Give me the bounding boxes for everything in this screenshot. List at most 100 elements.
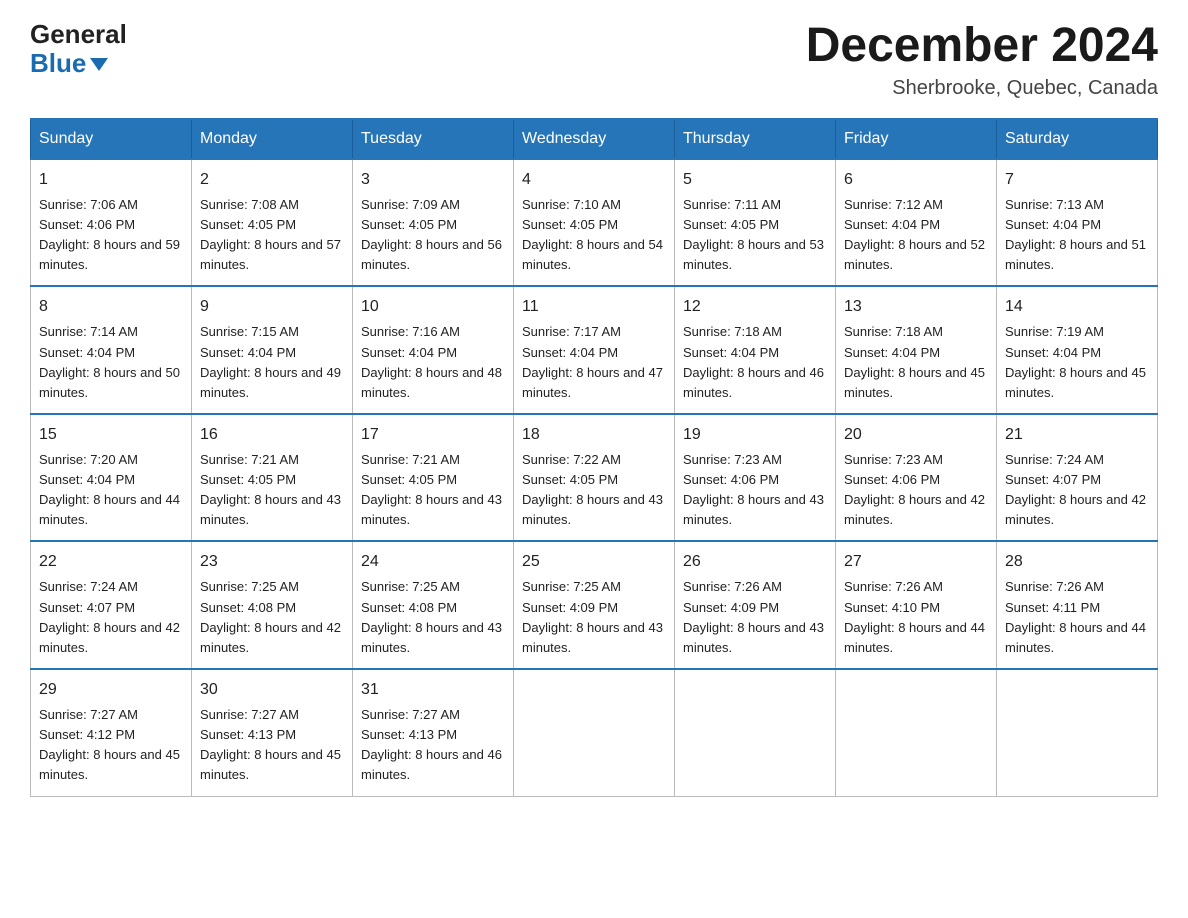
calendar-week-row: 15 Sunrise: 7:20 AMSunset: 4:04 PMDaylig… <box>31 414 1158 542</box>
calendar-cell <box>514 669 675 796</box>
logo-general-text: General <box>30 20 127 49</box>
day-number: 24 <box>361 550 505 574</box>
calendar-cell: 16 Sunrise: 7:21 AMSunset: 4:05 PMDaylig… <box>192 414 353 542</box>
day-info: Sunrise: 7:27 AMSunset: 4:13 PMDaylight:… <box>200 707 341 782</box>
day-number: 18 <box>522 423 666 447</box>
calendar-cell: 29 Sunrise: 7:27 AMSunset: 4:12 PMDaylig… <box>31 669 192 796</box>
day-number: 26 <box>683 550 827 574</box>
day-info: Sunrise: 7:18 AMSunset: 4:04 PMDaylight:… <box>844 324 985 399</box>
calendar-cell <box>675 669 836 796</box>
day-info: Sunrise: 7:26 AMSunset: 4:10 PMDaylight:… <box>844 579 985 654</box>
calendar-day-header-wednesday: Wednesday <box>514 119 675 159</box>
calendar-cell: 31 Sunrise: 7:27 AMSunset: 4:13 PMDaylig… <box>353 669 514 796</box>
location-subtitle: Sherbrooke, Quebec, Canada <box>806 77 1158 100</box>
day-info: Sunrise: 7:14 AMSunset: 4:04 PMDaylight:… <box>39 324 180 399</box>
day-info: Sunrise: 7:17 AMSunset: 4:04 PMDaylight:… <box>522 324 663 399</box>
day-info: Sunrise: 7:25 AMSunset: 4:08 PMDaylight:… <box>200 579 341 654</box>
calendar-day-header-thursday: Thursday <box>675 119 836 159</box>
page-header: General Blue December 2024 Sherbrooke, Q… <box>30 20 1158 100</box>
day-number: 25 <box>522 550 666 574</box>
day-number: 14 <box>1005 295 1149 319</box>
calendar-cell: 25 Sunrise: 7:25 AMSunset: 4:09 PMDaylig… <box>514 541 675 669</box>
day-number: 1 <box>39 168 183 192</box>
day-number: 13 <box>844 295 988 319</box>
day-number: 4 <box>522 168 666 192</box>
day-number: 23 <box>200 550 344 574</box>
day-number: 20 <box>844 423 988 447</box>
day-number: 27 <box>844 550 988 574</box>
day-number: 16 <box>200 423 344 447</box>
day-info: Sunrise: 7:10 AMSunset: 4:05 PMDaylight:… <box>522 197 663 272</box>
day-info: Sunrise: 7:20 AMSunset: 4:04 PMDaylight:… <box>39 452 180 527</box>
calendar-week-row: 8 Sunrise: 7:14 AMSunset: 4:04 PMDayligh… <box>31 286 1158 414</box>
day-info: Sunrise: 7:16 AMSunset: 4:04 PMDaylight:… <box>361 324 502 399</box>
day-info: Sunrise: 7:23 AMSunset: 4:06 PMDaylight:… <box>683 452 824 527</box>
calendar-cell: 24 Sunrise: 7:25 AMSunset: 4:08 PMDaylig… <box>353 541 514 669</box>
calendar-table: SundayMondayTuesdayWednesdayThursdayFrid… <box>30 118 1158 797</box>
day-number: 11 <box>522 295 666 319</box>
calendar-cell: 7 Sunrise: 7:13 AMSunset: 4:04 PMDayligh… <box>997 159 1158 287</box>
calendar-cell: 13 Sunrise: 7:18 AMSunset: 4:04 PMDaylig… <box>836 286 997 414</box>
day-info: Sunrise: 7:27 AMSunset: 4:12 PMDaylight:… <box>39 707 180 782</box>
logo-arrow-icon <box>90 58 108 71</box>
calendar-cell: 14 Sunrise: 7:19 AMSunset: 4:04 PMDaylig… <box>997 286 1158 414</box>
day-info: Sunrise: 7:21 AMSunset: 4:05 PMDaylight:… <box>361 452 502 527</box>
day-info: Sunrise: 7:22 AMSunset: 4:05 PMDaylight:… <box>522 452 663 527</box>
calendar-week-row: 29 Sunrise: 7:27 AMSunset: 4:12 PMDaylig… <box>31 669 1158 796</box>
day-number: 28 <box>1005 550 1149 574</box>
day-number: 3 <box>361 168 505 192</box>
calendar-cell: 27 Sunrise: 7:26 AMSunset: 4:10 PMDaylig… <box>836 541 997 669</box>
calendar-day-header-friday: Friday <box>836 119 997 159</box>
calendar-cell: 22 Sunrise: 7:24 AMSunset: 4:07 PMDaylig… <box>31 541 192 669</box>
day-info: Sunrise: 7:11 AMSunset: 4:05 PMDaylight:… <box>683 197 824 272</box>
calendar-cell: 5 Sunrise: 7:11 AMSunset: 4:05 PMDayligh… <box>675 159 836 287</box>
calendar-week-row: 1 Sunrise: 7:06 AMSunset: 4:06 PMDayligh… <box>31 159 1158 287</box>
day-number: 30 <box>200 678 344 702</box>
calendar-cell: 3 Sunrise: 7:09 AMSunset: 4:05 PMDayligh… <box>353 159 514 287</box>
day-info: Sunrise: 7:12 AMSunset: 4:04 PMDaylight:… <box>844 197 985 272</box>
calendar-cell: 21 Sunrise: 7:24 AMSunset: 4:07 PMDaylig… <box>997 414 1158 542</box>
calendar-cell: 26 Sunrise: 7:26 AMSunset: 4:09 PMDaylig… <box>675 541 836 669</box>
day-number: 8 <box>39 295 183 319</box>
calendar-cell: 18 Sunrise: 7:22 AMSunset: 4:05 PMDaylig… <box>514 414 675 542</box>
day-info: Sunrise: 7:15 AMSunset: 4:04 PMDaylight:… <box>200 324 341 399</box>
day-info: Sunrise: 7:06 AMSunset: 4:06 PMDaylight:… <box>39 197 180 272</box>
day-number: 10 <box>361 295 505 319</box>
day-info: Sunrise: 7:25 AMSunset: 4:09 PMDaylight:… <box>522 579 663 654</box>
calendar-header-row: SundayMondayTuesdayWednesdayThursdayFrid… <box>31 119 1158 159</box>
day-number: 2 <box>200 168 344 192</box>
calendar-week-row: 22 Sunrise: 7:24 AMSunset: 4:07 PMDaylig… <box>31 541 1158 669</box>
calendar-cell: 9 Sunrise: 7:15 AMSunset: 4:04 PMDayligh… <box>192 286 353 414</box>
calendar-cell: 6 Sunrise: 7:12 AMSunset: 4:04 PMDayligh… <box>836 159 997 287</box>
day-info: Sunrise: 7:24 AMSunset: 4:07 PMDaylight:… <box>1005 452 1146 527</box>
day-info: Sunrise: 7:08 AMSunset: 4:05 PMDaylight:… <box>200 197 341 272</box>
day-info: Sunrise: 7:24 AMSunset: 4:07 PMDaylight:… <box>39 579 180 654</box>
day-number: 22 <box>39 550 183 574</box>
logo-blue-text: Blue <box>30 49 86 78</box>
calendar-cell: 4 Sunrise: 7:10 AMSunset: 4:05 PMDayligh… <box>514 159 675 287</box>
calendar-cell: 15 Sunrise: 7:20 AMSunset: 4:04 PMDaylig… <box>31 414 192 542</box>
day-number: 21 <box>1005 423 1149 447</box>
day-info: Sunrise: 7:21 AMSunset: 4:05 PMDaylight:… <box>200 452 341 527</box>
day-number: 15 <box>39 423 183 447</box>
day-info: Sunrise: 7:13 AMSunset: 4:04 PMDaylight:… <box>1005 197 1146 272</box>
calendar-day-header-tuesday: Tuesday <box>353 119 514 159</box>
day-info: Sunrise: 7:23 AMSunset: 4:06 PMDaylight:… <box>844 452 985 527</box>
day-number: 6 <box>844 168 988 192</box>
day-info: Sunrise: 7:19 AMSunset: 4:04 PMDaylight:… <box>1005 324 1146 399</box>
day-info: Sunrise: 7:27 AMSunset: 4:13 PMDaylight:… <box>361 707 502 782</box>
logo: General Blue <box>30 20 127 77</box>
calendar-cell: 10 Sunrise: 7:16 AMSunset: 4:04 PMDaylig… <box>353 286 514 414</box>
calendar-cell: 19 Sunrise: 7:23 AMSunset: 4:06 PMDaylig… <box>675 414 836 542</box>
calendar-cell <box>997 669 1158 796</box>
month-title: December 2024 <box>806 20 1158 73</box>
day-info: Sunrise: 7:26 AMSunset: 4:11 PMDaylight:… <box>1005 579 1146 654</box>
day-number: 29 <box>39 678 183 702</box>
day-number: 31 <box>361 678 505 702</box>
calendar-day-header-monday: Monday <box>192 119 353 159</box>
day-info: Sunrise: 7:09 AMSunset: 4:05 PMDaylight:… <box>361 197 502 272</box>
calendar-day-header-sunday: Sunday <box>31 119 192 159</box>
day-number: 17 <box>361 423 505 447</box>
calendar-cell: 28 Sunrise: 7:26 AMSunset: 4:11 PMDaylig… <box>997 541 1158 669</box>
day-number: 7 <box>1005 168 1149 192</box>
